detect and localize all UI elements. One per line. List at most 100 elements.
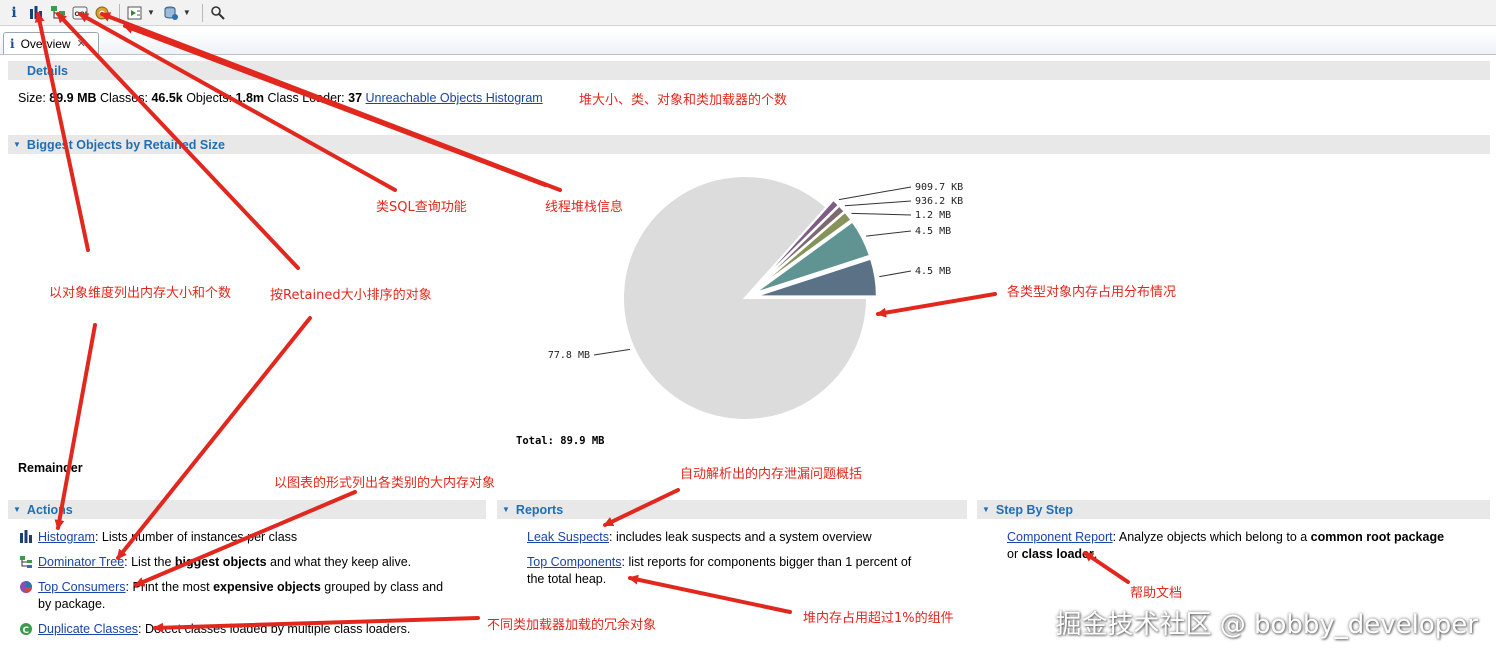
top-components-link[interactable]: Top Components xyxy=(527,555,622,569)
tab-label: Overview xyxy=(20,36,71,51)
pie-slice[interactable] xyxy=(751,204,846,292)
dominator-desc-bold: biggest objects xyxy=(174,555,267,569)
pie-slice-label: 4.5 MB xyxy=(915,226,951,237)
report-top-components: Top Components: list reports for compone… xyxy=(527,555,911,569)
pie-slice-label: 1.2 MB xyxy=(915,210,951,221)
duplicate-classes-icon: C xyxy=(20,623,32,636)
arrow-dominator-link xyxy=(116,316,312,560)
size-value: 89.9 MB xyxy=(49,91,97,105)
annotation-oql: 类SQL查询功能 xyxy=(376,200,467,215)
pie-slice[interactable] xyxy=(752,210,853,293)
info-icon: i xyxy=(10,36,15,51)
pie-leader-line xyxy=(866,230,912,237)
reports-title: Reports xyxy=(515,502,564,517)
collapse-triangle-icon: ▼ xyxy=(13,505,21,514)
remainder-label: Remainder xyxy=(18,461,83,475)
annotation-help: 帮助文档 xyxy=(1130,586,1183,601)
classloader-value: 37 xyxy=(348,91,363,105)
size-label: Size: xyxy=(18,91,46,105)
run-report-icon[interactable] xyxy=(125,3,145,23)
pie-slice-label: 936.2 KB xyxy=(915,196,963,207)
toolbar-separator xyxy=(119,3,120,22)
annotation-details: 堆大小、类、对象和类加载器的个数 xyxy=(579,93,788,108)
component-report-desc-post: . xyxy=(1093,547,1098,561)
report-leak-suspects: Leak Suspects: includes leak suspects an… xyxy=(527,530,872,544)
action-duplicate-classes: Duplicate Classes: Detect classes loaded… xyxy=(38,622,410,636)
step-component-report-line2: or class loader. xyxy=(1007,547,1097,561)
pie-slice[interactable] xyxy=(622,175,869,421)
chevron-down-icon[interactable]: ▼ xyxy=(183,8,191,17)
dominator-tree-link[interactable]: Dominator Tree xyxy=(38,555,124,569)
svg-text:C: C xyxy=(23,626,30,636)
dominator-tree-icon xyxy=(20,556,32,568)
step-by-step-title: Step By Step xyxy=(995,502,1074,517)
component-report-desc-mid: or xyxy=(1007,547,1022,561)
pie-leader-line xyxy=(593,348,631,356)
top-consumers-icon xyxy=(20,581,32,593)
duplicate-classes-link[interactable]: Duplicate Classes xyxy=(38,622,138,636)
collapse-triangle-icon: ▼ xyxy=(13,140,21,149)
annotation-thread: 线程堆栈信息 xyxy=(545,200,624,215)
leak-suspects-link[interactable]: Leak Suspects xyxy=(527,530,609,544)
details-summary: Size: 89.9 MB Classes: 46.5k Objects: 1.… xyxy=(18,91,543,105)
unreachable-objects-link[interactable]: Unreachable Objects Histogram xyxy=(366,91,543,105)
top-consumers-link[interactable]: Top Consumers xyxy=(38,580,126,594)
pie-slice-label: 77.8 MB xyxy=(548,350,590,361)
details-header: Details xyxy=(8,61,1490,80)
collapse-triangle-icon: ▼ xyxy=(982,505,990,514)
reports-header[interactable]: ▼ Reports xyxy=(497,500,967,519)
query-browser-icon[interactable] xyxy=(161,3,181,23)
classloader-label: Class Loader: xyxy=(267,91,345,105)
component-report-desc-bold2: class loader xyxy=(1021,547,1094,561)
tab-overview[interactable]: i Overview ✕ xyxy=(3,32,99,54)
biggest-objects-header[interactable]: ▼ Biggest Objects by Retained Size xyxy=(8,135,1490,154)
top-components-desc: : list reports for components bigger tha… xyxy=(621,555,912,569)
component-report-desc-pre: : Analyze objects which belong to a xyxy=(1112,530,1311,544)
actions-header[interactable]: ▼ Actions xyxy=(8,500,486,519)
arrow-pie xyxy=(876,292,997,318)
annotation-leak-suspects: 自动解析出的内存泄漏问题概括 xyxy=(680,467,863,482)
component-report-link[interactable]: Component Report xyxy=(1007,530,1113,544)
action-histogram: Histogram: Lists number of instances per… xyxy=(38,530,297,544)
action-dominator-tree: Dominator Tree: List the biggest objects… xyxy=(38,555,411,569)
top-consumers-desc-line2: by package. xyxy=(38,597,106,611)
annotation-histogram: 以对象维度列出内存大小和个数 xyxy=(49,286,232,301)
dominator-desc-pre: : List the xyxy=(124,555,175,569)
biggest-objects-title: Biggest Objects by Retained Size xyxy=(26,137,225,152)
dominator-tree-icon[interactable] xyxy=(48,3,68,23)
leak-suspects-desc: : includes leak suspects and a system ov… xyxy=(609,530,872,544)
pie-slice-label: 4.5 MB xyxy=(915,266,951,277)
annotation-duplicate: 不同类加载器加载的冗余对象 xyxy=(487,618,657,633)
pie-total-label: Total: 89.9 MB xyxy=(516,435,605,447)
details-title: Details xyxy=(27,63,68,78)
arrow-top-components xyxy=(628,574,792,614)
component-report-desc-bold1: common root package xyxy=(1310,530,1445,544)
histogram-icon[interactable] xyxy=(26,3,46,23)
gear-icon[interactable] xyxy=(92,3,112,23)
histogram-link[interactable]: Histogram xyxy=(38,530,95,544)
annotation-dominator: 按Retained大小排序的对象 xyxy=(270,288,432,303)
pie-slice[interactable] xyxy=(753,220,872,295)
info-icon[interactable]: i xyxy=(4,3,24,23)
objects-value: 1.8m xyxy=(235,91,265,105)
histogram-desc: : Lists number of instances per class xyxy=(94,530,298,544)
watermark: 掘金技术社区 @ bobby_developer xyxy=(1055,610,1478,640)
objects-label: Objects: xyxy=(186,91,233,105)
close-icon[interactable]: ✕ xyxy=(77,37,86,50)
pie-leader-line xyxy=(838,186,912,201)
annotation-top-components: 堆内存占用超过1%的组件 xyxy=(803,611,954,626)
pie-slice[interactable] xyxy=(751,198,841,292)
pie-leader-line xyxy=(844,200,912,207)
step-by-step-header[interactable]: ▼ Step By Step xyxy=(977,500,1490,519)
top-consumers-desc-pre: : Print the most xyxy=(125,580,214,594)
action-top-consumers: Top Consumers: Print the most expensive … xyxy=(38,580,443,594)
top-consumers-desc-post: grouped by class and xyxy=(320,580,444,594)
pie-slice-label: 909.7 KB xyxy=(915,182,963,193)
search-icon[interactable] xyxy=(208,3,228,23)
classes-value: 46.5k xyxy=(151,91,183,105)
duplicate-classes-desc: : Detect classes loaded by multiple clas… xyxy=(138,622,411,636)
pie-slice[interactable] xyxy=(754,257,878,298)
arrow-histogram-link xyxy=(54,323,97,530)
chevron-down-icon[interactable]: ▼ xyxy=(147,8,155,17)
oql-icon[interactable]: OQL xyxy=(70,3,90,23)
